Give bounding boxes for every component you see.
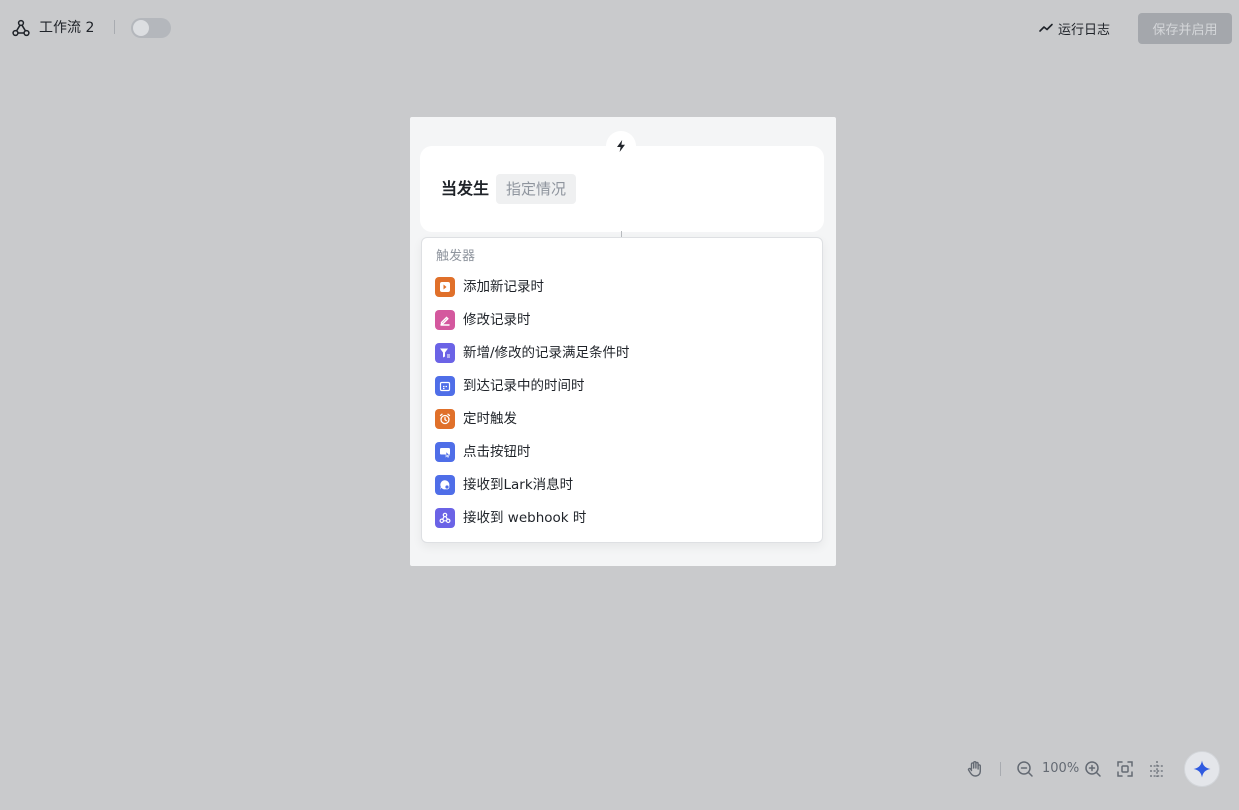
trigger-option-edit-record[interactable]: 修改记录时 bbox=[422, 305, 822, 335]
lightning-icon bbox=[617, 140, 625, 152]
fit-view-button[interactable] bbox=[1114, 758, 1136, 780]
divider bbox=[114, 20, 115, 34]
option-label: 添加新记录时 bbox=[463, 279, 544, 295]
ai-assistant-button[interactable] bbox=[1184, 751, 1220, 787]
workflow-editor: 工作流 2 运行日志 保存并启用 当发生 指定情况 触发器 添加新记录时 修改记… bbox=[0, 0, 1239, 810]
calendar-icon bbox=[435, 376, 455, 396]
message-icon bbox=[435, 475, 455, 495]
add-record-icon bbox=[435, 277, 455, 297]
zoom-out-icon bbox=[1017, 761, 1033, 777]
alarm-clock-icon bbox=[435, 409, 455, 429]
run-log-button[interactable]: 运行日志 bbox=[1038, 16, 1110, 40]
zoom-out-button[interactable] bbox=[1014, 758, 1036, 780]
dropdown-heading: 触发器 bbox=[436, 249, 476, 264]
save-and-enable-button[interactable]: 保存并启用 bbox=[1138, 13, 1232, 44]
hand-icon bbox=[967, 761, 981, 777]
trigger-option-record-matches[interactable]: 新增/修改的记录满足条件时 bbox=[422, 338, 822, 368]
trigger-option-button-click[interactable]: 点击按钮时 bbox=[422, 437, 822, 467]
auto-layout-button[interactable] bbox=[1146, 758, 1168, 780]
trigger-badge bbox=[606, 131, 636, 161]
when-label: 当发生 bbox=[441, 179, 490, 198]
zoom-in-button[interactable] bbox=[1082, 758, 1104, 780]
workflow-title[interactable]: 工作流 2 bbox=[39, 18, 94, 38]
trigger-option-lark-message[interactable]: 接收到Lark消息时 bbox=[422, 470, 822, 500]
filter-icon bbox=[435, 343, 455, 363]
option-label: 定时触发 bbox=[463, 411, 517, 427]
option-label: 接收到 webhook 时 bbox=[463, 510, 587, 526]
toggle-knob bbox=[133, 20, 149, 36]
enable-toggle[interactable] bbox=[131, 18, 171, 38]
run-log-label: 运行日志 bbox=[1058, 22, 1111, 38]
trigger-option-webhook[interactable]: 接收到 webhook 时 bbox=[422, 503, 822, 533]
option-label: 接收到Lark消息时 bbox=[463, 477, 574, 493]
workflow-icon bbox=[12, 19, 30, 37]
option-label: 到达记录中的时间时 bbox=[463, 378, 585, 394]
top-bar: 工作流 2 运行日志 保存并启用 bbox=[0, 0, 1239, 56]
trend-line-icon bbox=[1039, 23, 1053, 32]
zoom-in-icon bbox=[1085, 761, 1101, 777]
option-label: 修改记录时 bbox=[463, 312, 531, 328]
click-button-icon bbox=[435, 442, 455, 462]
webhook-icon bbox=[435, 508, 455, 528]
zoom-level: 100% bbox=[1042, 761, 1080, 776]
fit-screen-icon bbox=[1117, 761, 1133, 777]
trigger-option-scheduled[interactable]: 定时触发 bbox=[422, 404, 822, 434]
sparkle-icon bbox=[1193, 760, 1211, 778]
trigger-option-add-record[interactable]: 添加新记录时 bbox=[422, 272, 822, 302]
option-label: 新增/修改的记录满足条件时 bbox=[463, 345, 630, 361]
trigger-option-record-time[interactable]: 到达记录中的时间时 bbox=[422, 371, 822, 401]
trigger-dropdown: 触发器 添加新记录时 修改记录时 新增/修改的记录满足条件时 到达记录中的时间时 bbox=[421, 237, 823, 543]
layout-grid-icon bbox=[1150, 761, 1164, 777]
divider bbox=[1000, 762, 1001, 776]
hand-tool-button[interactable] bbox=[964, 758, 986, 780]
condition-selector[interactable]: 指定情况 bbox=[496, 174, 577, 204]
option-label: 点击按钮时 bbox=[463, 444, 531, 460]
edit-record-icon bbox=[435, 310, 455, 330]
